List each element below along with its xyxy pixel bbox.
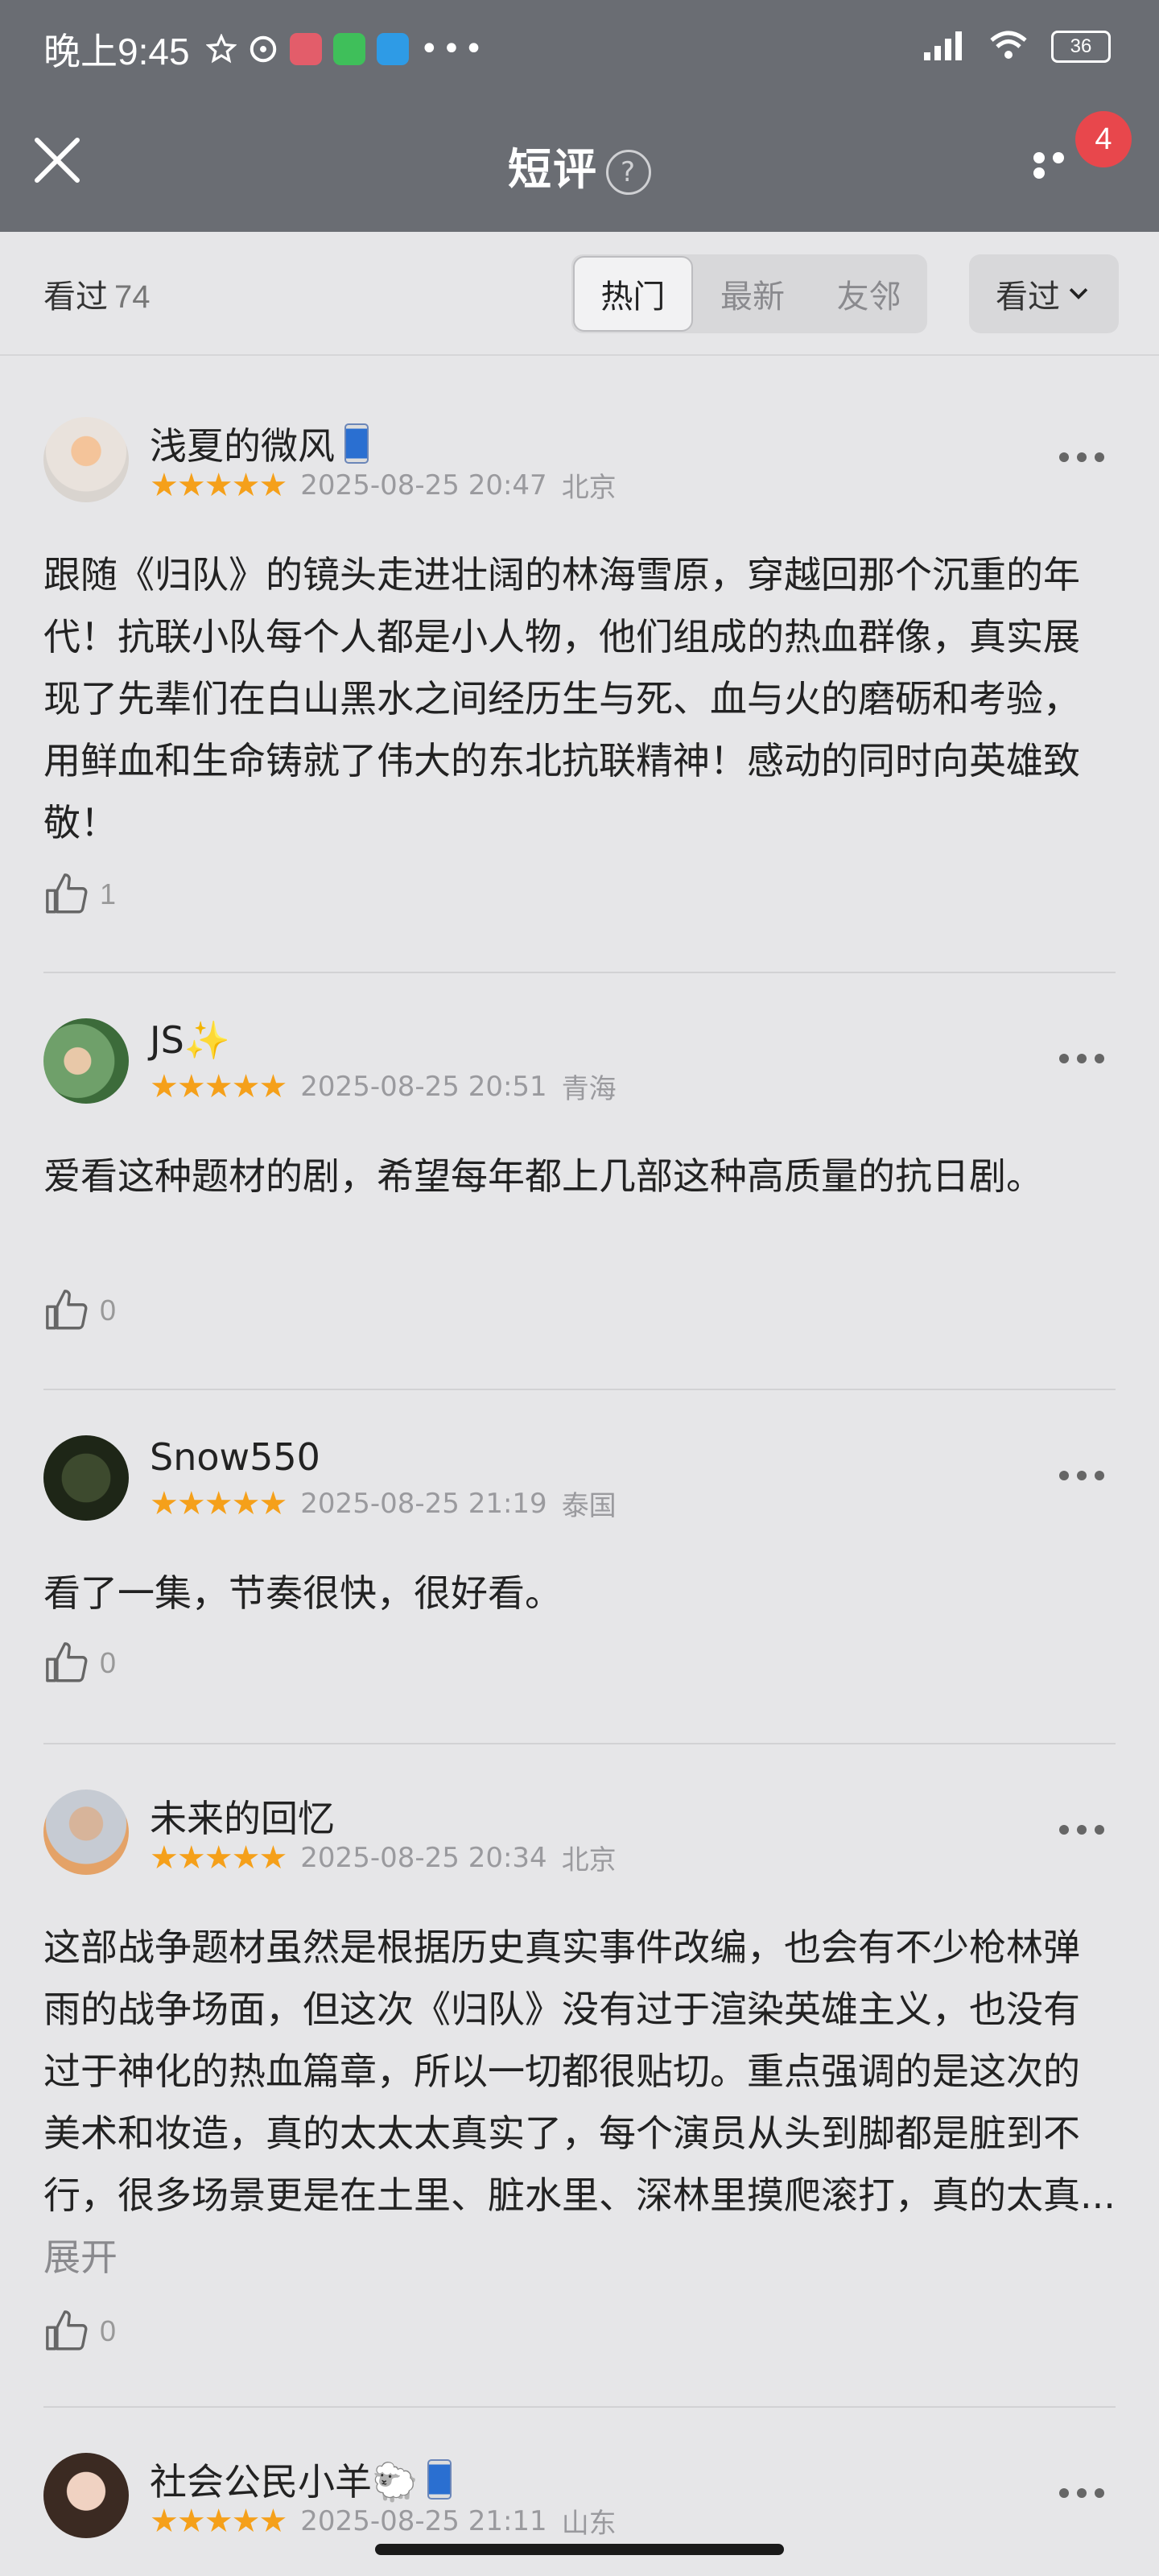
comment-meta: ★★★★★ 2025-08-25 21:19 泰国 — [150, 1484, 617, 1523]
comment-location: 泰国 — [561, 1490, 617, 1522]
comment-text-body: 这部战争题材虽然是根据历史真实事件改编，也会有不少枪林弹雨的战争场面，但这次《归… — [43, 1926, 1116, 2217]
beer-can-badge-icon — [344, 423, 369, 464]
comment-time: 2025-08-25 20:51 — [300, 1070, 547, 1103]
status-indicators: 36 — [922, 29, 1111, 64]
comment-meta: ★★★★★ 2025-08-25 21:11 山东 — [150, 2501, 617, 2541]
comment-location: 北京 — [561, 472, 617, 504]
seen-dropdown-label: 看过 — [996, 279, 1060, 316]
avatar[interactable] — [43, 417, 129, 502]
comment-more-button[interactable] — [1059, 2488, 1104, 2500]
tab-latest[interactable]: 最新 — [695, 254, 811, 333]
comment-text: 跟随《归队》的镜头走进壮阔的林海雪原，穿越回那个沉重的年代！抗联小队每个人都是小… — [43, 553, 1080, 844]
comment-meta: ★★★★★ 2025-08-25 20:34 北京 — [150, 1838, 617, 1877]
tab-hot[interactable]: 热门 — [573, 256, 693, 332]
like-count: 1 — [100, 877, 117, 910]
username[interactable]: 未来的回忆 — [150, 1790, 335, 1843]
tab-friends[interactable]: 友邻 — [810, 254, 927, 333]
comment-time: 2025-08-25 20:47 — [300, 469, 547, 502]
like-button[interactable]: 1 — [43, 871, 116, 918]
app-notification-icon — [289, 33, 322, 65]
rating-stars: ★★★★★ — [150, 466, 287, 504]
comment-item: Snow550 ★★★★★ 2025-08-25 21:19 泰国 看了一集，节… — [43, 1390, 1116, 1744]
title-bar: 短评? 4 — [0, 111, 1159, 217]
page-title: 短评? — [0, 134, 1159, 197]
top-bar: 晚上9:45 ••• 36 短评? 4 — [0, 0, 1159, 232]
beer-can-badge-icon — [427, 2459, 452, 2500]
username-text: 社会公民小羊🐑 — [150, 2460, 419, 2504]
notification-badge: 4 — [1075, 111, 1132, 167]
comment-more-button[interactable] — [1059, 452, 1104, 464]
comment-more-button[interactable] — [1059, 1471, 1104, 1482]
avatar[interactable] — [43, 1018, 129, 1104]
username-text: JS✨ — [150, 1018, 231, 1062]
username-text: Snow550 — [150, 1435, 320, 1479]
like-button[interactable]: 0 — [43, 1640, 116, 1686]
rating-stars: ★★★★★ — [150, 1067, 287, 1105]
more-notifications-icon: ••• — [419, 31, 487, 68]
like-count: 0 — [100, 1294, 117, 1327]
battery-icon: 36 — [1051, 31, 1111, 63]
like-button[interactable]: 0 — [43, 2308, 116, 2355]
username-text: 浅夏的微风 — [150, 424, 335, 468]
comment-item: 未来的回忆 ★★★★★ 2025-08-25 20:34 北京 这部战争题材虽然… — [43, 1744, 1116, 2408]
username[interactable]: Snow550 — [150, 1435, 320, 1479]
comment-location: 山东 — [561, 2508, 617, 2540]
comment-more-button[interactable] — [1059, 1054, 1104, 1065]
star-outline-icon — [205, 34, 237, 64]
seen-filter-dropdown[interactable]: 看过 — [969, 254, 1119, 333]
comment-time: 2025-08-25 20:34 — [300, 1841, 547, 1874]
rating-stars: ★★★★★ — [150, 2502, 287, 2540]
thumbs-up-icon — [46, 1290, 88, 1330]
comment-item: JS✨ ★★★★★ 2025-08-25 20:51 青海 爱看这种题材的剧，希… — [43, 973, 1116, 1390]
seen-label: 看过 — [43, 279, 108, 316]
filter-bar: 看过 74 热门 最新 友邻 看过 — [0, 232, 1159, 356]
comment-meta: ★★★★★ 2025-08-25 20:51 青海 — [150, 1067, 617, 1106]
status-time: 晚上9:45 — [43, 31, 190, 72]
home-indicator[interactable] — [375, 2544, 784, 2555]
avatar[interactable] — [43, 2453, 129, 2538]
like-button[interactable]: 0 — [43, 1287, 116, 1334]
comment-time: 2025-08-25 21:19 — [300, 1487, 547, 1520]
clock-icon — [248, 34, 278, 64]
page-title-text: 短评 — [508, 144, 598, 195]
comment-meta: ★★★★★ 2025-08-25 20:47 北京 — [150, 465, 617, 505]
comment-list: 浅夏的微风 ★★★★★ 2025-08-25 20:47 北京 跟随《归队》的镜… — [43, 372, 1116, 2569]
wifi-icon — [988, 29, 1029, 64]
seen-count: 看过 74 — [43, 270, 151, 317]
thumbs-up-icon — [46, 1642, 88, 1682]
avatar[interactable] — [43, 1790, 129, 1875]
thumbs-up-icon — [46, 2310, 88, 2351]
comment-location: 青海 — [561, 1073, 617, 1105]
expand-link[interactable]: 展开 — [43, 2235, 118, 2279]
comment-item: 浅夏的微风 ★★★★★ 2025-08-25 20:47 北京 跟随《归队》的镜… — [43, 372, 1116, 973]
like-count: 0 — [100, 1646, 117, 1679]
chevron-down-icon — [1069, 288, 1088, 299]
like-count: 0 — [100, 2314, 117, 2347]
signal-icon — [922, 30, 966, 64]
help-icon[interactable]: ? — [606, 150, 651, 196]
rating-stars: ★★★★★ — [150, 1484, 287, 1522]
username[interactable]: JS✨ — [150, 1018, 230, 1063]
comment-more-button[interactable] — [1059, 1825, 1104, 1836]
avatar[interactable] — [43, 1435, 129, 1521]
username-text: 未来的回忆 — [150, 1797, 335, 1840]
comment-time: 2025-08-25 21:11 — [300, 2504, 547, 2537]
comment-text: 看了一集，节奏很快，很好看。 — [43, 1571, 562, 1615]
seen-number: 74 — [114, 279, 151, 315]
status-bar: 晚上9:45 ••• — [43, 24, 486, 74]
comment-text: 这部战争题材虽然是根据历史真实事件改编，也会有不少枪林弹雨的战争场面，但这次《归… — [43, 1917, 1116, 2289]
comment-text: 爱看这种题材的剧，希望每年都上几部这种高质量的抗日剧。 — [43, 1154, 1043, 1198]
thumbs-up-icon — [46, 873, 88, 914]
shopping-bag-icon — [376, 33, 409, 65]
username[interactable]: 社会公民小羊🐑 — [150, 2453, 452, 2506]
comment-location: 北京 — [561, 1844, 617, 1876]
wechat-icon — [332, 33, 365, 65]
rating-stars: ★★★★★ — [150, 1839, 287, 1876]
sort-segmented-control: 热门 最新 友邻 — [571, 254, 927, 333]
username[interactable]: 浅夏的微风 — [150, 417, 369, 470]
